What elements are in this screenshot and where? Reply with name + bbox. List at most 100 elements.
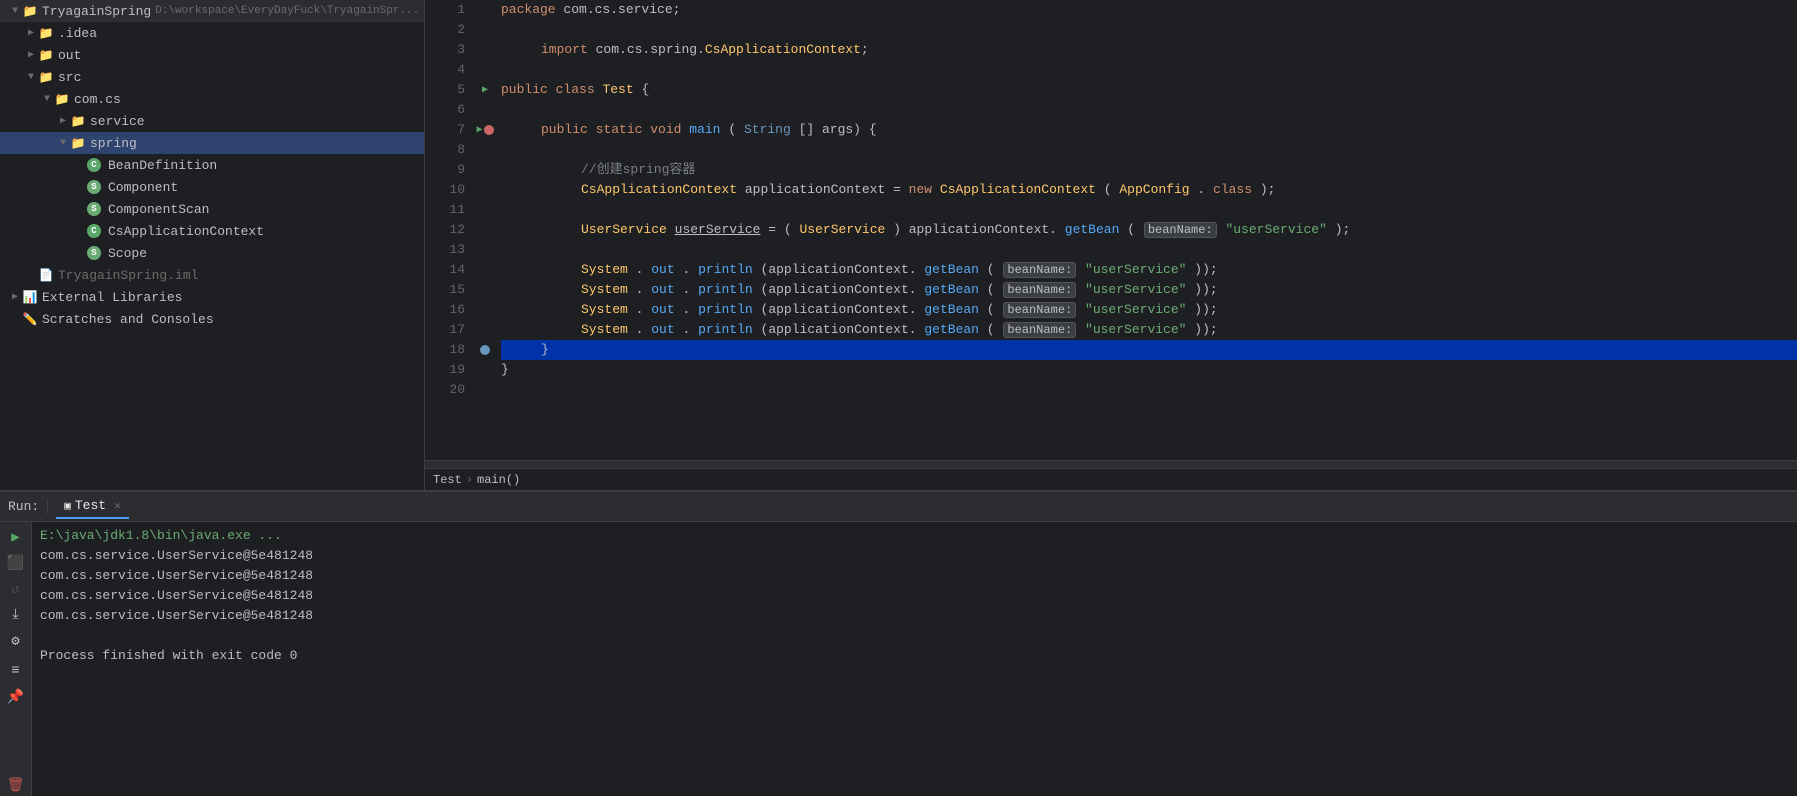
sidebar-item-service[interactable]: 📁 service bbox=[0, 110, 424, 132]
output-line-6: Process finished with exit code 0 bbox=[40, 646, 1789, 666]
sidebar-item-src[interactable]: 📁 src bbox=[0, 66, 424, 88]
run-icon-5[interactable]: ▶ bbox=[482, 84, 488, 96]
code-line-6 bbox=[501, 100, 1797, 120]
gutter-18[interactable] bbox=[473, 340, 497, 360]
line-num-9: 9 bbox=[425, 160, 465, 180]
run-icon-7[interactable]: ▶ bbox=[476, 124, 482, 136]
sidebar-item-scratches[interactable]: ✏️ Scratches and Consoles bbox=[0, 308, 424, 330]
run-filter-button[interactable]: ≡ bbox=[5, 660, 27, 682]
sidebar-label-tryagainspring: TryagainSpring bbox=[42, 4, 151, 19]
sidebar-label-idea: .idea bbox=[58, 26, 97, 41]
gutter-9 bbox=[473, 160, 497, 180]
line-num-13: 13 bbox=[425, 240, 465, 260]
run-close-button[interactable]: 🗑 bbox=[5, 774, 27, 796]
line-num-7: 7 bbox=[425, 120, 465, 140]
line-num-15: 15 bbox=[425, 280, 465, 300]
sidebar-label-src: src bbox=[58, 70, 81, 85]
code-line-8 bbox=[501, 140, 1797, 160]
sidebar-item-component[interactable]: S Component bbox=[0, 176, 424, 198]
code-line-11 bbox=[501, 200, 1797, 220]
line-num-17: 17 bbox=[425, 320, 465, 340]
output-line-5 bbox=[40, 626, 1789, 646]
output-line-3: com.cs.service.UserService@5e481248 bbox=[40, 586, 1789, 606]
gutter-5[interactable]: ▶ bbox=[473, 80, 497, 100]
sidebar-item-external[interactable]: 📊 External Libraries bbox=[0, 286, 424, 308]
run-stop-button[interactable]: ⬛ bbox=[5, 552, 27, 574]
sidebar-item-idea[interactable]: 📁 .idea bbox=[0, 22, 424, 44]
scratches-icon: ✏️ bbox=[22, 311, 38, 327]
sidebar-item-scope[interactable]: S Scope bbox=[0, 242, 424, 264]
code-line-2 bbox=[501, 20, 1797, 40]
sidebar-item-csappcontext[interactable]: C CsApplicationContext bbox=[0, 220, 424, 242]
gutter-7[interactable]: ▶ bbox=[473, 120, 497, 140]
gutter-13 bbox=[473, 240, 497, 260]
line-num-10: 10 bbox=[425, 180, 465, 200]
param-hint-16: beanName: bbox=[1003, 302, 1076, 318]
sidebar-item-beandefinition[interactable]: C BeanDefinition bbox=[0, 154, 424, 176]
line-num-18: 18 bbox=[425, 340, 465, 360]
gutter-15 bbox=[473, 280, 497, 300]
spring-icon-comp: S bbox=[86, 179, 102, 195]
breadcrumb-main: main() bbox=[477, 473, 520, 487]
breadcrumb-bar: Test › main() bbox=[425, 468, 1797, 490]
breakpoint-18[interactable] bbox=[480, 345, 490, 355]
sidebar-label-comcs: com.cs bbox=[74, 92, 121, 107]
gutter-3 bbox=[473, 40, 497, 60]
run-play-button[interactable]: ▶ bbox=[5, 526, 27, 548]
code-line-5: public class Test { bbox=[501, 80, 1797, 100]
run-panel-body: ▶ ⬛ ↺ ⤓ ⚙ ≡ 📌 🗑 E:\java\jdk1.8\bin\java.… bbox=[0, 522, 1797, 796]
sidebar-label-external: External Libraries bbox=[42, 290, 182, 305]
spring-icon-scope: S bbox=[86, 245, 102, 261]
code-line-17: System . out . println (applicationConte… bbox=[501, 320, 1797, 340]
folder-icon-out: 📁 bbox=[38, 47, 54, 63]
code-line-18: } bbox=[501, 340, 1797, 360]
gutter-6 bbox=[473, 100, 497, 120]
line-num-8: 8 bbox=[425, 140, 465, 160]
sidebar-item-spring[interactable]: 📁 spring bbox=[0, 132, 424, 154]
sidebar-item-comcs[interactable]: 📁 com.cs bbox=[0, 88, 424, 110]
gutter: ▶ ▶ bbox=[473, 0, 497, 460]
run-tab-test[interactable]: ▣ Test ✕ bbox=[56, 494, 128, 519]
gutter-17 bbox=[473, 320, 497, 340]
sidebar-item-out[interactable]: 📁 out bbox=[0, 44, 424, 66]
editor-scrollbar[interactable] bbox=[425, 460, 1797, 468]
sidebar-label-out: out bbox=[58, 48, 81, 63]
gutter-8 bbox=[473, 140, 497, 160]
line-num-20: 20 bbox=[425, 380, 465, 400]
folder-icon-comcs: 📁 bbox=[54, 91, 70, 107]
sidebar-item-componentscan[interactable]: S ComponentScan bbox=[0, 198, 424, 220]
code-line-15: System . out . println (applicationConte… bbox=[501, 280, 1797, 300]
code-area[interactable]: package com.cs.service; import com.cs.sp… bbox=[497, 0, 1797, 460]
gutter-16 bbox=[473, 300, 497, 320]
run-tab-label: Test bbox=[75, 498, 106, 513]
code-line-9: //创建spring容器 bbox=[501, 160, 1797, 180]
run-toolbar: ▶ ⬛ ↺ ⤓ ⚙ ≡ 📌 🗑 bbox=[0, 522, 32, 796]
sidebar-label-service: service bbox=[90, 114, 145, 129]
line-num-2: 2 bbox=[425, 20, 465, 40]
run-scroll-end-button[interactable]: ⤓ bbox=[5, 604, 27, 626]
breadcrumb-test: Test bbox=[433, 473, 462, 487]
sidebar-path-tryagainspring: D:\workspace\EveryDayFuck\TryagainSpr... bbox=[155, 5, 419, 17]
iml-icon: 📄 bbox=[38, 267, 54, 283]
code-line-13 bbox=[501, 240, 1797, 260]
run-settings-button[interactable]: ⚙ bbox=[5, 630, 27, 652]
run-pin-button[interactable]: 📌 bbox=[5, 686, 27, 708]
folder-icon-src: 📁 bbox=[38, 69, 54, 85]
sidebar-label-component: Component bbox=[108, 180, 178, 195]
sidebar-item-tryagainspring[interactable]: 📁 TryagainSpring D:\workspace\EveryDayFu… bbox=[0, 0, 424, 22]
tree-arrow-src bbox=[24, 72, 38, 83]
run-tab-close[interactable]: ✕ bbox=[114, 499, 121, 513]
gutter-4 bbox=[473, 60, 497, 80]
gutter-19 bbox=[473, 360, 497, 380]
sidebar-item-iml[interactable]: 📄 TryagainSpring.iml bbox=[0, 264, 424, 286]
folder-icon-spring: 📁 bbox=[70, 135, 86, 151]
line-num-11: 11 bbox=[425, 200, 465, 220]
breakpoint-7[interactable] bbox=[484, 125, 494, 135]
sidebar-label-csappcontext: CsApplicationContext bbox=[108, 224, 264, 239]
line-num-19: 19 bbox=[425, 360, 465, 380]
code-line-19: } bbox=[501, 360, 1797, 380]
code-line-4 bbox=[501, 60, 1797, 80]
code-line-7: public static void main ( String [] args… bbox=[501, 120, 1797, 140]
run-rerun-button[interactable]: ↺ bbox=[5, 578, 27, 600]
code-line-10: CsApplicationContext applicationContext … bbox=[501, 180, 1797, 200]
